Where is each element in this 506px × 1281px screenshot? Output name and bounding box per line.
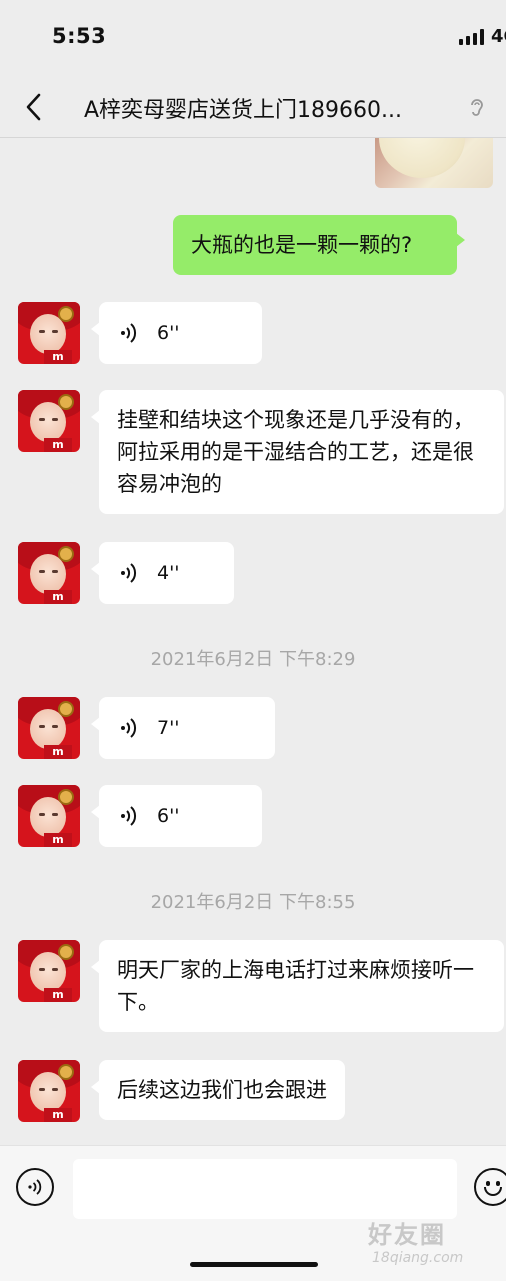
message-text: 大瓶的也是一颗一颗的?: [191, 233, 413, 257]
avatar[interactable]: m: [18, 542, 80, 604]
avatar[interactable]: m: [18, 390, 80, 452]
voice-message[interactable]: 7'': [91, 697, 275, 759]
back-icon[interactable]: [22, 92, 48, 122]
incoming-message[interactable]: 后续这边我们也会跟进: [91, 1060, 345, 1120]
voice-duration: 4'': [157, 562, 180, 584]
avatar[interactable]: m: [18, 1060, 80, 1122]
voice-wave-icon: [121, 718, 137, 738]
voice-message[interactable]: 6'': [91, 302, 262, 364]
voice-input-icon[interactable]: [16, 1168, 54, 1206]
message-text: 明天厂家的上海电话打过来麻烦接听一下。: [117, 958, 474, 1014]
avatar[interactable]: m: [18, 940, 80, 1002]
voice-message[interactable]: 4'': [91, 542, 234, 604]
message-timestamp: 2021年6月2日 下午8:55: [150, 892, 356, 913]
voice-wave-icon: [121, 563, 137, 583]
emoji-icon[interactable]: [474, 1168, 506, 1206]
outgoing-message[interactable]: 大瓶的也是一颗一颗的?: [173, 215, 465, 275]
voice-duration: 7'': [157, 717, 180, 739]
incoming-message[interactable]: 挂壁和结块这个现象还是几乎没有的，阿拉采用的是干湿结合的工艺，还是很容易冲泡的: [91, 390, 504, 514]
home-indicator[interactable]: [190, 1262, 318, 1267]
status-bar: 5:53 4G: [0, 0, 506, 74]
message-text: 挂壁和结块这个现象还是几乎没有的，阿拉采用的是干湿结合的工艺，还是很容易冲泡的: [117, 408, 474, 496]
voice-message[interactable]: 6'': [91, 785, 262, 847]
voice-wave-icon: [121, 806, 137, 826]
watermark-logo: 好友圈: [368, 1221, 446, 1249]
chat-title: A梓奕母婴店送货上门189660...: [84, 98, 403, 123]
network-type: 4G: [491, 26, 506, 47]
voice-duration: 6'': [157, 322, 180, 344]
message-timestamp: 2021年6月2日 下午8:29: [150, 649, 356, 670]
incoming-message[interactable]: 明天厂家的上海电话打过来麻烦接听一下。: [91, 940, 504, 1032]
voice-wave-icon: [121, 323, 137, 343]
status-time: 5:53: [52, 24, 107, 48]
message-text: 后续这边我们也会跟进: [117, 1078, 327, 1102]
signal-icon: [459, 29, 485, 45]
earpiece-mode-icon: [466, 96, 488, 118]
image-message[interactable]: [375, 138, 493, 188]
avatar[interactable]: m: [18, 697, 80, 759]
message-input[interactable]: [73, 1159, 457, 1219]
voice-duration: 6'': [157, 805, 180, 827]
watermark-url: 18qiang.com: [372, 1250, 464, 1266]
avatar[interactable]: m: [18, 785, 80, 847]
avatar[interactable]: m: [18, 302, 80, 364]
chat-header: A梓奕母婴店送货上门189660...: [0, 74, 506, 138]
